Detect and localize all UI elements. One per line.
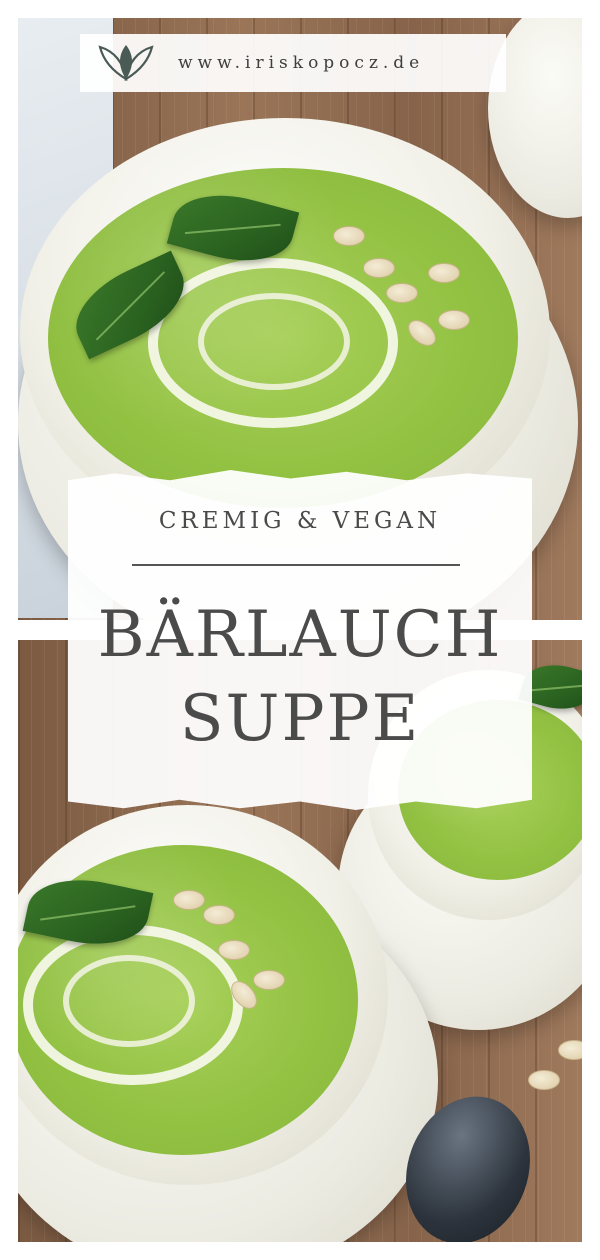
website-url[interactable]: www.iriskopocz.de (178, 53, 424, 73)
cream-swirl-inner (198, 293, 350, 390)
divider (132, 564, 460, 566)
almond-slice (386, 283, 418, 303)
almond-slice (438, 310, 470, 330)
title-card: CREMIG & VEGAN BÄRLAUCH SUPPE (68, 470, 532, 810)
title-line-1: BÄRLAUCH (97, 598, 503, 672)
leaf-logo-icon (98, 45, 154, 82)
almond-slice (528, 1070, 560, 1090)
subtitle: CREMIG & VEGAN (158, 508, 442, 534)
almond-slice (253, 970, 285, 990)
almond-slice (218, 940, 250, 960)
almond-slice (363, 258, 395, 278)
almond-slice (428, 263, 460, 283)
almond-slice (203, 905, 235, 925)
cream-swirl-inner (63, 955, 195, 1047)
almond-slice (173, 890, 205, 910)
logo-banner[interactable]: www.iriskopocz.de (80, 34, 506, 92)
almond-slice (333, 226, 365, 246)
almond-slice (558, 1040, 582, 1060)
title-line-2: SUPPE (179, 682, 421, 756)
